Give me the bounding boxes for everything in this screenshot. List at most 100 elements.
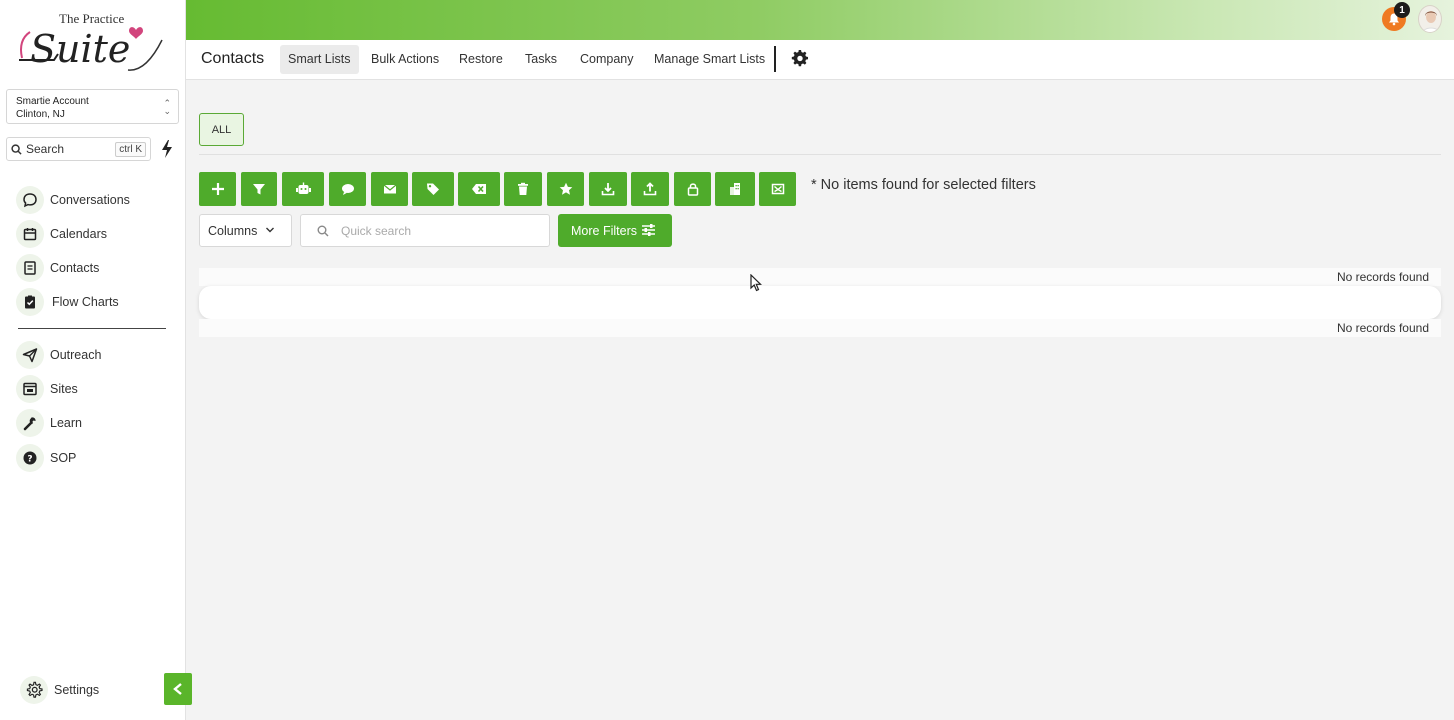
sidebar-item-conversations[interactable]: Conversations <box>16 185 176 215</box>
sidebar-item-label: SOP <box>50 451 77 465</box>
gear-icon[interactable] <box>791 50 809 68</box>
message-icon <box>341 184 354 195</box>
account-switcher[interactable]: Smartie Account Clinton, NJ ⌃ ⌄ <box>6 89 179 124</box>
chevron-down-icon <box>266 227 274 233</box>
wrench-icon <box>16 409 44 437</box>
upload-icon <box>643 182 657 196</box>
mouse-cursor-icon <box>750 274 762 292</box>
import-button[interactable] <box>631 172 669 206</box>
clipboard-check-icon <box>16 288 44 316</box>
dnd-button[interactable] <box>674 172 711 206</box>
lightning-bolt-icon[interactable] <box>160 139 174 159</box>
chevron-left-icon <box>173 683 182 695</box>
sidebar-item-settings[interactable]: Settings <box>20 675 180 705</box>
no-items-message: * No items found for selected filters <box>811 177 1036 193</box>
sidebar-item-outreach[interactable]: Outreach <box>16 340 176 370</box>
records-footer: No records found <box>199 319 1441 337</box>
send-email-button[interactable] <box>371 172 408 206</box>
trash-icon <box>518 182 528 195</box>
tab-company[interactable]: Company <box>572 45 642 74</box>
sidebar-item-label: Outreach <box>50 348 102 362</box>
svg-text:?: ? <box>27 455 32 465</box>
contacts-subnav: Contacts Smart Lists Bulk Actions Restor… <box>186 40 1454 80</box>
account-name: Smartie Account <box>16 96 89 107</box>
quick-search-input[interactable] <box>341 223 531 238</box>
search-icon <box>11 143 22 155</box>
send-sms-button[interactable] <box>329 172 366 206</box>
export-button[interactable] <box>589 172 627 206</box>
download-icon <box>601 183 615 196</box>
sidebar-item-label: Settings <box>54 683 100 697</box>
sidebar-item-label: Calendars <box>50 227 107 241</box>
sidebar-item-calendars[interactable]: Calendars <box>16 219 176 249</box>
top-bar <box>186 0 1454 40</box>
search-icon <box>317 225 329 236</box>
notification-count-badge: 1 <box>1394 2 1410 18</box>
sidebar-divider <box>18 328 166 329</box>
sidebar-item-flow-charts[interactable]: Flow Charts <box>16 287 176 317</box>
up-down-chevron-icon: ⌃ ⌄ <box>163 98 171 116</box>
robot-icon <box>295 182 311 194</box>
sliders-icon <box>642 224 655 236</box>
svg-text:The Practice: The Practice <box>59 11 125 26</box>
section-divider <box>199 154 1441 155</box>
gear-icon <box>20 676 48 704</box>
building-icon <box>730 183 740 195</box>
tab-tasks[interactable]: Tasks <box>517 45 565 74</box>
search-box[interactable]: Search ctrl K <box>6 137 151 161</box>
add-tag-button[interactable] <box>412 172 454 206</box>
search-shortcut: ctrl K <box>115 141 146 157</box>
records-header: No records found <box>199 268 1441 286</box>
user-avatar[interactable] <box>1418 5 1442 33</box>
question-circle-icon: ? <box>16 444 44 472</box>
sidebar-item-label: Sites <box>50 382 78 396</box>
tab-manage-smart-lists[interactable]: Manage Smart Lists <box>646 45 773 74</box>
tag-icon <box>427 183 439 195</box>
columns-dropdown[interactable]: Columns <box>199 214 292 247</box>
account-location: Clinton, NJ <box>16 109 65 120</box>
sidebar-item-contacts[interactable]: Contacts <box>16 253 176 283</box>
records-status-top: No records found <box>1336 270 1429 284</box>
paper-plane-icon <box>16 341 44 369</box>
quick-search-box <box>300 214 550 247</box>
search-label: Search <box>26 142 65 156</box>
add-to-company-button[interactable] <box>715 172 755 206</box>
sidebar-item-sop[interactable]: ? SOP <box>16 443 176 473</box>
tab-bulk-actions[interactable]: Bulk Actions <box>363 45 447 74</box>
star-icon <box>559 182 572 195</box>
practice-suite-logo[interactable]: The Practice Suite <box>16 10 168 80</box>
calendar-icon <box>16 220 44 248</box>
sidebar-item-sites[interactable]: Sites <box>16 374 176 404</box>
columns-label: Columns <box>208 223 258 238</box>
remove-tag-button[interactable] <box>458 172 500 206</box>
chat-bubble-icon <box>16 186 44 214</box>
plus-icon <box>211 183 224 195</box>
smart-list-all-button[interactable]: ALL <box>199 113 244 146</box>
envelope-icon <box>383 184 396 194</box>
review-request-button[interactable] <box>547 172 584 206</box>
records-table-body <box>199 286 1441 319</box>
browser-window-icon <box>16 375 44 403</box>
filter-icon <box>253 184 265 195</box>
page-title: Contacts <box>201 50 265 67</box>
automation-button[interactable] <box>282 172 324 206</box>
more-filters-button[interactable]: More Filters <box>558 214 672 247</box>
delete-button[interactable] <box>504 172 542 206</box>
tab-smart-lists[interactable]: Smart Lists <box>280 45 359 74</box>
sidebar: The Practice Suite Smartie Account Clint… <box>0 0 186 720</box>
sidebar-item-label: Contacts <box>50 261 100 275</box>
sidebar-item-label: Flow Charts <box>52 295 119 309</box>
sidebar-item-label: Learn <box>50 416 82 430</box>
filter-button[interactable] <box>241 172 277 206</box>
remove-tag-icon <box>472 184 486 194</box>
records-status-bottom: No records found <box>1336 321 1429 335</box>
subnav-separator <box>774 46 776 72</box>
tab-restore[interactable]: Restore <box>451 45 511 74</box>
contact-book-icon <box>16 254 44 282</box>
svg-text:Suite: Suite <box>30 27 130 71</box>
more-filters-label: More Filters <box>571 223 637 238</box>
add-contact-button[interactable] <box>199 172 236 206</box>
collapse-sidebar-button[interactable] <box>164 673 192 705</box>
sidebar-item-learn[interactable]: Learn <box>16 408 176 438</box>
merge-button[interactable] <box>759 172 796 206</box>
